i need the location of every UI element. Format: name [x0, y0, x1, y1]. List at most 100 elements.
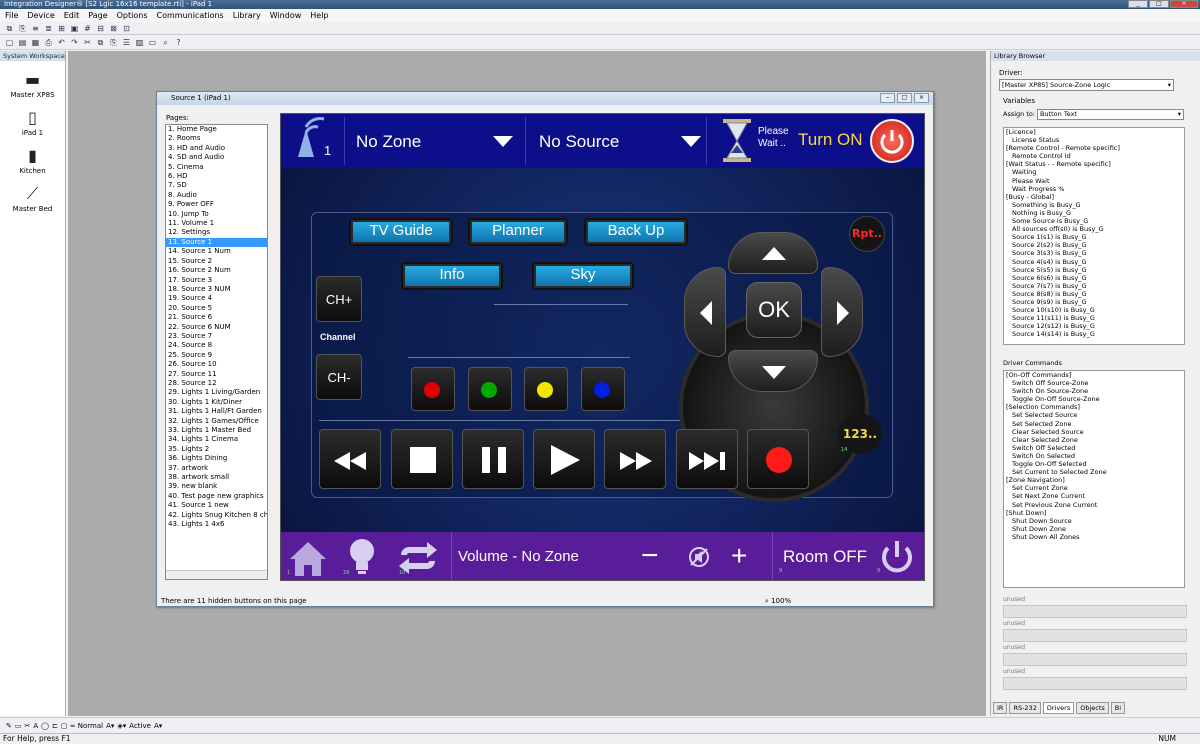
tab-ir[interactable]: IR — [993, 702, 1008, 714]
repeat-button[interactable]: Rpt.. — [849, 216, 885, 252]
page-list-item[interactable]: 7. SD — [166, 181, 267, 190]
list-item[interactable]: Shut Down All Zones — [1004, 533, 1184, 541]
sky-button[interactable]: Sky — [532, 262, 634, 290]
list-item[interactable]: Source 9(s9) is Busy_G — [1004, 298, 1184, 306]
list-item[interactable]: Source 3(s3) is Busy_G — [1004, 249, 1184, 257]
list-item[interactable]: [On-Off Commands] — [1004, 371, 1184, 379]
driver-select[interactable]: [Master XP8S] Source-Zone Logic ▾ — [999, 79, 1174, 91]
page-list-item[interactable]: 23. Source 7 — [166, 332, 267, 341]
list-item[interactable]: Toggle On-Off Source-Zone — [1004, 395, 1184, 403]
fill-icon[interactable]: ◈▾ — [117, 722, 126, 730]
back-up-button[interactable]: Back Up — [584, 218, 688, 246]
page-list-item[interactable]: 9. Power OFF — [166, 200, 267, 209]
group-icon[interactable]: ⊡ — [121, 23, 132, 34]
doc-close-button[interactable]: × — [914, 93, 929, 103]
align-center-icon[interactable]: ≣ — [43, 23, 54, 34]
grid-icon[interactable]: # — [82, 23, 93, 34]
page-list-item[interactable]: 24. Source 8 — [166, 341, 267, 350]
active-state-select[interactable]: Active — [129, 722, 151, 730]
menu-library[interactable]: Library — [233, 11, 261, 20]
device-kitchen[interactable]: ▮ Kitchen — [0, 145, 65, 175]
page-list-item[interactable]: 43. Lights 1 4x6 — [166, 520, 267, 529]
page-list-item[interactable]: 27. Source 11 — [166, 370, 267, 379]
right-button[interactable] — [821, 267, 863, 357]
maximize-button[interactable]: □ — [1149, 0, 1169, 8]
menu-device[interactable]: Device — [27, 11, 54, 20]
page-list-item[interactable]: 19. Source 4 — [166, 294, 267, 303]
page-list-item[interactable]: 12. Settings — [166, 228, 267, 237]
size-icon[interactable]: ▣ — [69, 23, 80, 34]
list-item[interactable]: Set Current to Selected Zone — [1004, 468, 1184, 476]
list-item[interactable]: Wait Progress % — [1004, 185, 1184, 193]
page-list[interactable]: 1. Home Page 2. Rooms 3. HD and Audio 4. SD… — [165, 124, 268, 580]
list-item[interactable]: Nothing is Busy_G — [1004, 209, 1184, 217]
home-button[interactable] — [287, 538, 329, 578]
tv-guide-button[interactable]: TV Guide — [349, 218, 453, 246]
list-item[interactable]: [Busy - Global] — [1004, 193, 1184, 201]
list-item[interactable]: Source 6(s6) is Busy_G — [1004, 274, 1184, 282]
page-list-item[interactable]: 38. artwork small — [166, 473, 267, 482]
page-list-item[interactable]: 22. Source 6 NUM — [166, 323, 267, 332]
zoom-level[interactable]: ⌕ 100% — [765, 597, 791, 606]
menu-file[interactable]: File — [5, 11, 18, 20]
menu-communications[interactable]: Communications — [157, 11, 224, 20]
line-width-icon[interactable]: ═ — [71, 722, 75, 730]
menu-options[interactable]: Options — [117, 11, 148, 20]
page-list-item[interactable]: 40. Test page new graphics — [166, 492, 267, 501]
page-list-item[interactable]: 37. artwork — [166, 464, 267, 473]
ok-button[interactable]: OK — [746, 282, 802, 338]
page-list-item[interactable]: 16. Source 2 Num — [166, 266, 267, 275]
page-list-item[interactable]: 5. Cinema — [166, 163, 267, 172]
font-color-icon-2[interactable]: A▾ — [154, 722, 162, 730]
page-list-item[interactable]: 42. Lights Snug Kitchen 8 char — [166, 511, 267, 520]
list-item[interactable]: Source 11(s11) is Busy_G — [1004, 314, 1184, 322]
tab-drivers[interactable]: Drivers — [1042, 702, 1075, 714]
list-item[interactable]: Source 1(s1) is Busy_G — [1004, 233, 1184, 241]
device-master-xp8s[interactable]: ▬ Master XP8S — [0, 69, 65, 99]
list-item[interactable]: Source 5(s5) is Busy_G — [1004, 266, 1184, 274]
list-item[interactable]: Shut Down Zone — [1004, 525, 1184, 533]
list-item[interactable]: Source 7(s7) is Busy_G — [1004, 282, 1184, 290]
minimize-button[interactable]: _ — [1128, 0, 1148, 8]
fast-forward-button[interactable] — [604, 429, 666, 489]
up-button[interactable] — [728, 232, 818, 274]
select-rect-icon[interactable]: ▭ — [15, 722, 22, 730]
page-list-item[interactable]: 13. Source 1 — [166, 237, 267, 248]
copy-icon[interactable]: ⧉ — [4, 23, 15, 34]
left-button[interactable] — [684, 267, 726, 357]
page-list-item[interactable]: 34. Lights 1 Cinema — [166, 435, 267, 444]
list-item[interactable]: Source 12(s12) is Busy_G — [1004, 322, 1184, 330]
page-list-item[interactable]: 36. Lights Dining — [166, 454, 267, 463]
page-list-item[interactable]: 10. Jump To — [166, 210, 267, 219]
page-list-item[interactable]: 33. Lights 1 Master Bed — [166, 426, 267, 435]
print-icon[interactable]: ⎙ — [43, 37, 54, 48]
page-list-item[interactable]: 14. Source 1 Num — [166, 247, 267, 256]
list-item[interactable]: Switch On Selected — [1004, 452, 1184, 460]
page-list-item[interactable]: 41. Source 1 new — [166, 501, 267, 510]
text-icon[interactable]: A — [33, 722, 38, 730]
page-list-item[interactable]: 4. SD and Audio — [166, 153, 267, 162]
menu-edit[interactable]: Edit — [64, 11, 80, 20]
save-icon[interactable]: ▦ — [30, 37, 41, 48]
list-item[interactable]: Please Wait — [1004, 177, 1184, 185]
source-selector[interactable]: No Source — [527, 117, 707, 165]
list-item[interactable]: Toggle On-Off Selected — [1004, 460, 1184, 468]
list-item[interactable]: [Zone Navigation] — [1004, 476, 1184, 484]
close-button[interactable]: × — [1170, 0, 1198, 8]
list-item[interactable]: Set Selected Zone — [1004, 420, 1184, 428]
list-item[interactable]: Set Previous Zone Current — [1004, 501, 1184, 509]
page-list-item[interactable]: 29. Lights 1 Living/Garden — [166, 388, 267, 397]
page-list-item[interactable]: 3. HD and Audio — [166, 144, 267, 153]
tab-objects[interactable]: Objects — [1076, 702, 1109, 714]
help-cursor-icon[interactable]: ? — [173, 37, 184, 48]
page-list-item[interactable]: 20. Source 5 — [166, 304, 267, 313]
power-on-button[interactable] — [870, 119, 914, 163]
list-item[interactable]: Switch On Source-Zone — [1004, 387, 1184, 395]
assign-select[interactable]: Button Text ▾ — [1037, 109, 1184, 120]
page-list-item[interactable]: 18. Source 3 NUM — [166, 285, 267, 294]
list-item[interactable]: Source 8(s8) is Busy_G — [1004, 290, 1184, 298]
list-item[interactable]: Source 2(s2) is Busy_G — [1004, 241, 1184, 249]
ellipse-icon[interactable]: ◯ — [41, 722, 49, 730]
volume-up-button[interactable]: + — [731, 538, 747, 574]
order-icon[interactable]: ⊟ — [95, 23, 106, 34]
